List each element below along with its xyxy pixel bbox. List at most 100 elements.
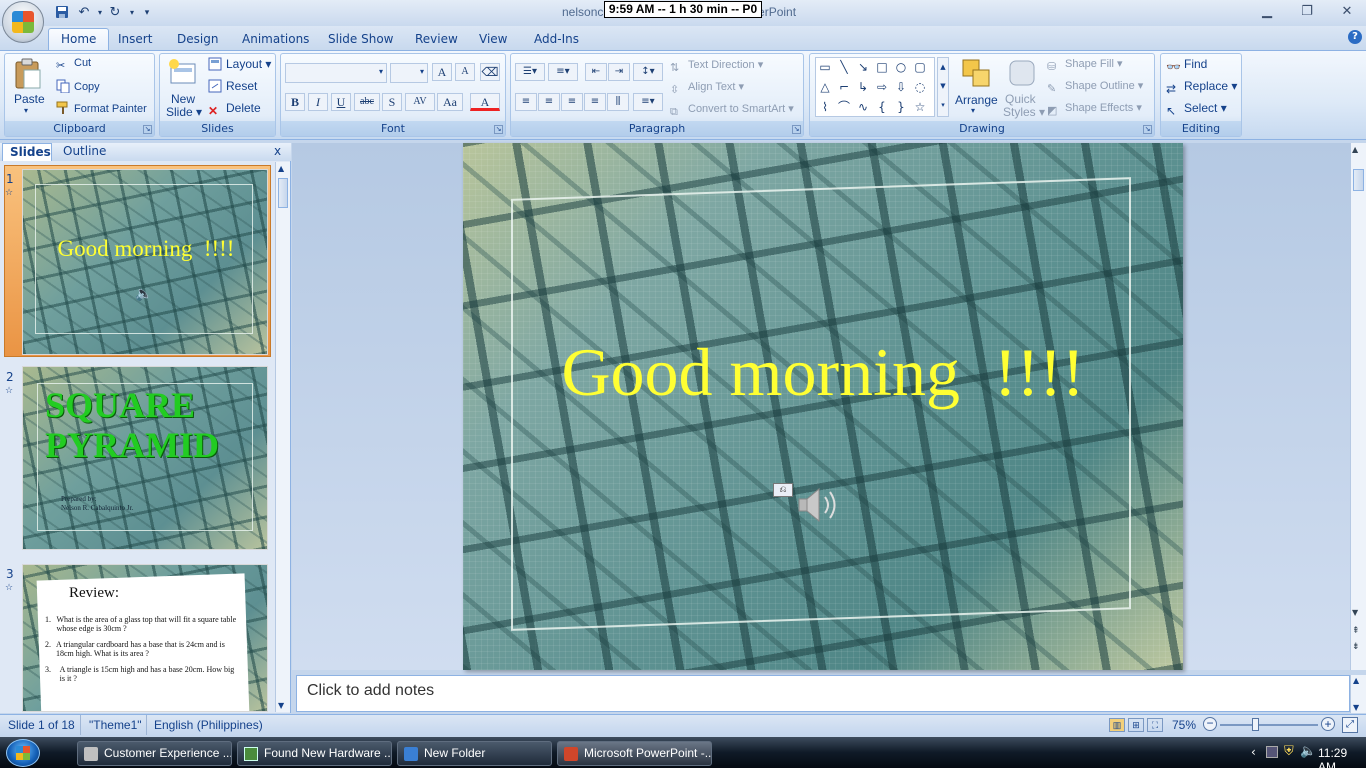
layout-button[interactable]: Layout ▾ <box>208 57 271 71</box>
paragraph-launcher-icon[interactable]: ↘ <box>792 125 801 134</box>
italic-button[interactable]: I <box>308 93 328 111</box>
undo-icon[interactable]: ↶ <box>76 5 92 21</box>
office-button[interactable] <box>2 1 44 43</box>
decrease-indent-icon[interactable]: ⇤ <box>585 63 607 81</box>
shapes-gallery-scroll[interactable]: ▲ ▼ ▾ <box>937 57 949 117</box>
zoom-slider-thumb[interactable] <box>1252 718 1259 731</box>
oval-shape-icon[interactable]: ○ <box>894 60 908 74</box>
quick-styles-button[interactable]: Quick Styles ▾ <box>1003 56 1045 119</box>
system-clock[interactable]: 11:29 AM <box>1318 746 1366 768</box>
slides-pane-scrollbar[interactable]: ▲ ▼ <box>275 162 290 712</box>
start-button[interactable] <box>6 739 40 767</box>
tab-view[interactable]: View <box>467 30 519 50</box>
zoom-out-icon[interactable]: − <box>1203 717 1217 731</box>
down-arrow-shape-icon[interactable]: ⇩ <box>894 80 908 94</box>
close-pane-icon[interactable]: x <box>274 144 281 158</box>
elbow-arrow-icon[interactable]: ↳ <box>856 80 870 94</box>
convert-smartart-button[interactable]: ⧉ Convert to SmartArt ▾ <box>670 102 794 120</box>
notes-pane[interactable]: Click to add notes <box>296 675 1350 712</box>
minimize-button[interactable]: ▁ <box>1256 4 1278 20</box>
scribble-shape-icon[interactable]: ∿ <box>856 100 870 114</box>
redo-icon[interactable]: ↻ <box>107 5 123 21</box>
shrink-font-button[interactable]: A <box>455 63 475 81</box>
zoom-slider[interactable] <box>1220 724 1318 726</box>
taskbar-item-customer-experience[interactable]: Customer Experience ... <box>77 741 232 766</box>
help-icon[interactable]: ? <box>1348 30 1362 44</box>
customize-qat-icon[interactable]: ▾ <box>139 5 155 21</box>
bold-button[interactable]: B <box>285 93 305 111</box>
drawing-launcher-icon[interactable]: ↘ <box>1143 125 1152 134</box>
align-center-icon[interactable]: ≡ <box>538 93 560 111</box>
previous-slide-icon[interactable]: ⇞ <box>1352 627 1360 636</box>
redo-dropdown-icon[interactable]: ▾ <box>124 5 140 21</box>
show-hidden-icons[interactable]: ‹ <box>1251 745 1256 759</box>
find-button[interactable]: 👓 Find <box>1166 57 1207 74</box>
normal-view-icon[interactable]: ▥ <box>1109 718 1125 732</box>
copy-button[interactable]: Copy <box>56 79 100 94</box>
scroll-up-icon[interactable]: ▲ <box>1352 145 1358 154</box>
slide-title[interactable]: Good morning !!!! <box>463 333 1183 412</box>
scroll-up-icon[interactable]: ▲ <box>1353 676 1359 685</box>
tab-home[interactable]: Home <box>48 28 110 51</box>
tab-slides[interactable]: Slides <box>2 143 52 161</box>
slide-thumbnail-1[interactable]: Good morning !!!! 🔈 <box>22 169 268 355</box>
tab-design[interactable]: Design <box>165 30 230 50</box>
notification-shield-icon[interactable]: ⛨ <box>1284 744 1294 759</box>
star-shape-icon[interactable]: ☆ <box>913 100 927 114</box>
paragraph-direction-icon[interactable]: ≡▾ <box>633 93 663 111</box>
shapes-gallery[interactable]: ▭ ╲ ↘ □ ○ ▢ △ ⌐ ↳ ⇨ ⇩ ◌ ⌇ ⌒ ∿ { } ☆ <box>815 57 935 117</box>
scroll-thumb[interactable] <box>278 178 288 208</box>
undo-dropdown-icon[interactable]: ▾ <box>92 5 108 21</box>
network-icon[interactable] <box>1266 746 1278 758</box>
scroll-down-icon[interactable]: ▼ <box>278 701 284 710</box>
new-slide-button[interactable]: New Slide ▾ <box>163 56 203 119</box>
slide-show-icon[interactable]: ⛶ <box>1147 718 1163 732</box>
scroll-thumb[interactable] <box>1353 169 1364 191</box>
language-status[interactable]: English (Philippines) <box>154 718 263 732</box>
scroll-up-icon[interactable]: ▲ <box>278 164 284 173</box>
font-launcher-icon[interactable]: ↘ <box>494 125 503 134</box>
taskbar-item-powerpoint[interactable]: Microsoft PowerPoint -... <box>557 741 712 766</box>
tab-review[interactable]: Review <box>403 30 470 50</box>
strikethrough-button[interactable]: abc <box>354 93 380 111</box>
character-spacing-button[interactable]: AV <box>405 93 435 111</box>
paste-button[interactable]: Paste ▾ <box>8 56 48 118</box>
arrange-button[interactable]: Arrange ▾ <box>953 56 1001 118</box>
callout-shape-icon[interactable]: ◌ <box>913 80 927 94</box>
delete-button[interactable]: ✕ Delete <box>208 101 261 118</box>
scroll-down-icon[interactable]: ▼ <box>1353 703 1359 712</box>
line-shape-icon[interactable]: ╲ <box>837 60 851 74</box>
zoom-level[interactable]: 75% <box>1172 718 1196 732</box>
shape-effects-button[interactable]: ◩ Shape Effects ▾ <box>1047 101 1142 118</box>
grow-font-button[interactable]: A <box>432 63 452 81</box>
freeform-shape-icon[interactable]: ⌇ <box>818 100 832 114</box>
right-arrow-shape-icon[interactable]: ⇨ <box>875 80 889 94</box>
fit-to-window-icon[interactable]: ⤢ <box>1342 717 1358 733</box>
font-size-select[interactable]: ▾ <box>390 63 428 83</box>
replace-button[interactable]: ⇄ Replace ▾ <box>1166 79 1237 96</box>
slide-thumbnail-3[interactable]: Review: 1. What is the area of a glass to… <box>22 564 268 712</box>
font-name-select[interactable]: ▾ <box>285 63 387 83</box>
underline-button[interactable]: U <box>331 93 351 111</box>
reset-button[interactable]: Reset <box>208 79 257 93</box>
rounded-rect-shape-icon[interactable]: ▢ <box>913 60 927 74</box>
close-button[interactable]: ✕ <box>1336 4 1358 20</box>
slide-sorter-icon[interactable]: ⊞ <box>1128 718 1144 732</box>
zoom-in-icon[interactable]: + <box>1321 717 1335 731</box>
slide-thumbnail-2[interactable]: SQUARE PYRAMID Prepared by: Nelson R. Caba… <box>22 366 268 550</box>
change-case-button[interactable]: Aa <box>437 93 463 111</box>
shape-fill-button[interactable]: ⛁ Shape Fill ▾ <box>1047 57 1123 74</box>
tab-slide-show[interactable]: Slide Show <box>316 30 405 50</box>
triangle-shape-icon[interactable]: △ <box>818 80 832 94</box>
curve-shape-icon[interactable]: ⌒ <box>837 100 851 114</box>
right-brace-icon[interactable]: } <box>894 100 908 114</box>
shape-outline-button[interactable]: ✎ Shape Outline ▾ <box>1047 79 1143 96</box>
text-shadow-button[interactable]: S <box>382 93 402 111</box>
slide-scrollbar[interactable]: ▲ ▼ ⇞ ⇟ <box>1350 143 1366 670</box>
align-left-icon[interactable]: ≡ <box>515 93 537 111</box>
elbow-connector-icon[interactable]: ⌐ <box>837 80 851 94</box>
select-button[interactable]: ↖ Select ▾ <box>1166 101 1227 118</box>
left-brace-icon[interactable]: { <box>875 100 889 114</box>
align-right-icon[interactable]: ≡ <box>561 93 583 111</box>
tab-insert[interactable]: Insert <box>106 30 164 50</box>
